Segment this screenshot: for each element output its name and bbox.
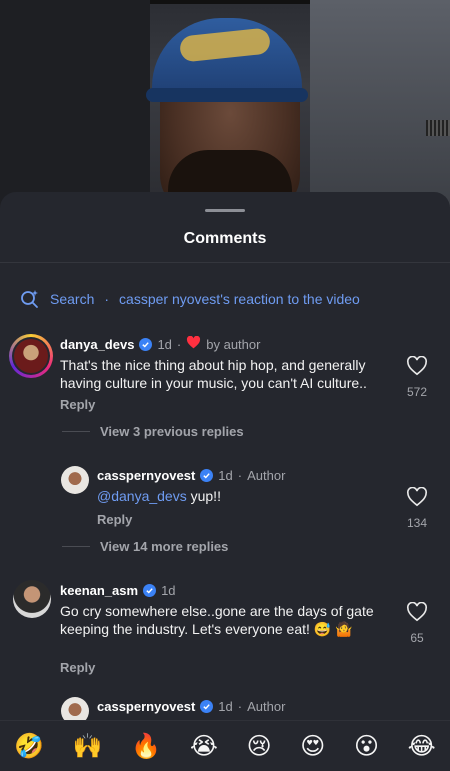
comment-text-body: yup!! bbox=[186, 488, 221, 504]
author-tag: Author bbox=[247, 699, 286, 714]
dot-separator: · bbox=[237, 468, 243, 483]
emoji-loudly-crying[interactable]: 😭 bbox=[190, 732, 218, 760]
video-wall bbox=[0, 0, 150, 215]
heart-outline-icon bbox=[406, 601, 428, 626]
like-count: 65 bbox=[410, 631, 424, 645]
cap-brim bbox=[146, 88, 308, 102]
search-query: cassper nyovest's reaction to the video bbox=[119, 291, 360, 307]
reply-button[interactable]: Reply bbox=[97, 512, 132, 527]
verified-badge-icon bbox=[200, 700, 214, 713]
like-button[interactable]: 65 bbox=[397, 601, 437, 645]
video-vent bbox=[426, 120, 450, 136]
like-count: 134 bbox=[406, 516, 428, 530]
username[interactable]: keenan_asm bbox=[60, 583, 138, 598]
timestamp: 1d bbox=[161, 583, 176, 598]
video-person-cap bbox=[146, 18, 308, 102]
comments-sheet: Comments Search · cassper nyovest's reac… bbox=[0, 192, 450, 770]
drag-handle[interactable] bbox=[205, 209, 245, 212]
liked-by-author: by author bbox=[206, 336, 261, 352]
emoji-quick-bar: 🤣 🙌 🔥 😭 😢 😍 😮 😂 bbox=[0, 720, 450, 771]
video-preview[interactable] bbox=[0, 0, 450, 215]
mention-link[interactable]: @danya_devs bbox=[97, 488, 187, 504]
thread-line bbox=[62, 546, 90, 547]
view-replies-button[interactable]: View 14 more replies bbox=[62, 539, 228, 554]
video-window bbox=[310, 0, 450, 215]
search-prefix: Search bbox=[50, 291, 95, 307]
avatar bbox=[14, 339, 48, 373]
sheet-title: Comments bbox=[183, 230, 267, 247]
heart-filled-icon bbox=[186, 335, 201, 352]
title-divider bbox=[0, 262, 450, 263]
emoji-rofl[interactable]: 🤣 bbox=[14, 732, 44, 760]
verified-badge-icon bbox=[139, 337, 153, 351]
like-button[interactable]: 134 bbox=[397, 486, 437, 530]
emoji-heart-eyes[interactable]: 😍 bbox=[300, 732, 325, 760]
emoji-fire[interactable]: 🔥 bbox=[131, 732, 161, 760]
view-replies-label: View 3 previous replies bbox=[100, 424, 244, 439]
heart-outline-icon bbox=[406, 486, 428, 511]
comment-text: Go cry somewhere else..gone are the days… bbox=[60, 603, 374, 637]
reply-button[interactable]: Reply bbox=[60, 660, 95, 675]
like-count: 572 bbox=[406, 385, 428, 399]
username[interactable]: danya_devs bbox=[60, 337, 134, 352]
like-button[interactable]: 572 bbox=[397, 355, 437, 399]
reply-button[interactable]: Reply bbox=[60, 397, 95, 412]
timestamp: 1d bbox=[218, 699, 233, 714]
thread-line bbox=[62, 431, 90, 432]
emoji-crying[interactable]: 😢 bbox=[247, 732, 272, 760]
avatar[interactable] bbox=[61, 466, 89, 494]
comment-header: casspernyovest 1d · Author bbox=[97, 699, 285, 714]
comment-header: danya_devs 1d · by author bbox=[60, 335, 261, 352]
verified-badge-icon bbox=[143, 584, 157, 597]
dot-separator: · bbox=[237, 699, 243, 714]
search-suggestion[interactable]: Search · cassper nyovest's reaction to t… bbox=[20, 288, 360, 310]
author-tag: Author bbox=[247, 468, 286, 483]
cap-logo bbox=[178, 27, 272, 63]
avatar[interactable] bbox=[13, 580, 51, 618]
timestamp: 1d bbox=[157, 336, 172, 352]
verified-badge-icon bbox=[200, 469, 214, 482]
dot-separator: · bbox=[176, 336, 182, 352]
avatar-story-ring[interactable] bbox=[9, 334, 53, 378]
comment-header: casspernyovest 1d · Author bbox=[97, 468, 285, 483]
heart-outline-icon bbox=[406, 355, 428, 380]
search-sparkle-icon bbox=[20, 289, 40, 309]
view-replies-button[interactable]: View 3 previous replies bbox=[62, 424, 244, 439]
emoji-surprised[interactable]: 😮 bbox=[354, 732, 379, 760]
emoji-raised-hands[interactable]: 🙌 bbox=[73, 732, 103, 760]
username[interactable]: casspernyovest bbox=[97, 699, 195, 714]
comment-text: @danya_devs yup!! bbox=[97, 487, 387, 505]
comment-text: That's the nice thing about hip hop, and… bbox=[60, 357, 367, 391]
view-replies-label: View 14 more replies bbox=[100, 539, 229, 554]
emoji-joy[interactable]: 😂 bbox=[408, 732, 436, 760]
timestamp: 1d bbox=[218, 468, 233, 483]
username[interactable]: casspernyovest bbox=[97, 468, 195, 483]
comment-header: keenan_asm 1d bbox=[60, 583, 176, 598]
search-separator: · bbox=[104, 291, 110, 307]
